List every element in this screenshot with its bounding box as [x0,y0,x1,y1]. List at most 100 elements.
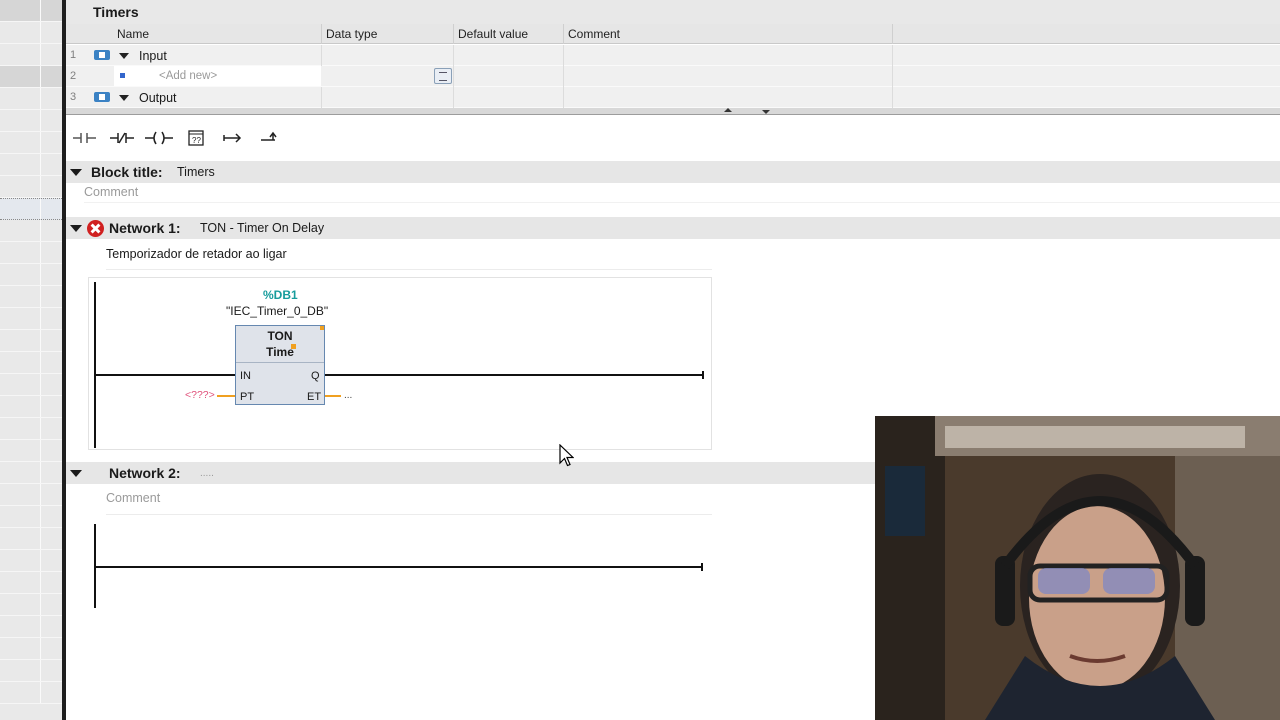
instance-db-number[interactable]: %DB1 [263,288,298,302]
collapse-icon[interactable] [70,470,82,477]
collapse-up-icon[interactable] [724,108,732,112]
pin-q: Q [311,370,320,382]
collapse-icon[interactable] [119,53,129,59]
interface-section-label: Input [139,49,167,63]
tree-row[interactable] [0,638,62,660]
tree-row[interactable] [0,506,62,528]
block-comment[interactable]: Comment [84,185,138,199]
tree-row[interactable] [0,22,62,44]
block-title-bar[interactable]: Block title: Timers [66,161,1280,183]
variable-icon [120,73,125,78]
tree-row[interactable] [0,44,62,66]
data-type-picker-icon[interactable] [434,68,452,84]
network-label: Network 2: [109,465,181,481]
close-branch-icon[interactable] [255,126,285,150]
interface-row-add-new[interactable]: 2 <Add new> [66,66,1280,87]
tree-row[interactable] [0,264,62,286]
network-title[interactable]: ..... [200,468,214,479]
row-number: 3 [70,91,77,103]
tree-row[interactable] [0,242,62,264]
network-2-ladder-area[interactable] [88,520,712,616]
tree-row[interactable] [0,660,62,682]
tree-row[interactable] [0,66,62,88]
normally-closed-contact-icon[interactable] [107,126,137,150]
pt-operand[interactable]: <???> [185,389,215,401]
tree-row[interactable] [0,396,62,418]
tree-row[interactable] [0,418,62,440]
block-title-value[interactable]: Timers [177,165,215,179]
instance-db-name[interactable]: "IEC_Timer_0_DB" [226,304,328,318]
pin-in: IN [240,370,251,382]
webcam-overlay [875,416,1280,720]
open-branch-icon[interactable] [218,126,248,150]
pin-et: ET [307,391,322,403]
interface-table-header: Name Data type Default value Comment [66,24,1280,44]
collapse-icon[interactable] [70,225,82,232]
tree-row[interactable] [0,330,62,352]
column-header-default-value[interactable]: Default value [458,27,528,41]
name-input[interactable] [114,66,321,86]
type-marker [291,344,296,349]
tree-row[interactable] [0,594,62,616]
row-number: 2 [70,70,77,82]
interface-section-label: Output [139,91,177,105]
interface-row-output[interactable]: 3 Output [66,87,1280,108]
mouse-cursor-icon [559,444,574,467]
tree-row[interactable] [0,550,62,572]
tree-row[interactable] [0,352,62,374]
add-new-placeholder[interactable]: <Add new> [159,70,217,82]
interface-row-input[interactable]: 1 Input [66,45,1280,66]
empty-box-icon[interactable]: ?? [181,126,211,150]
network-comment[interactable]: Temporizador de retador ao ligar [106,247,287,261]
tree-row-selected[interactable] [0,198,62,220]
et-operand[interactable]: ... [344,390,352,401]
tree-row[interactable] [0,528,62,550]
divider [106,514,712,515]
network-1-header[interactable]: Network 1: TON - Timer On Delay [66,217,1280,239]
interface-section-icon [94,92,110,102]
collapse-icon[interactable] [119,95,129,101]
tree-row[interactable] [0,616,62,638]
block-title-label: Block title: [91,164,163,180]
collapse-icon[interactable] [70,169,82,176]
network-1-ladder-area[interactable] [88,277,712,450]
tree-row[interactable] [0,0,62,22]
network-title[interactable]: TON - Timer On Delay [200,221,324,235]
expand-down-icon[interactable] [762,110,770,114]
interface-title: Timers [66,0,1280,24]
interface-section-icon [94,50,110,60]
column-header-data-type[interactable]: Data type [326,27,377,41]
divider [106,269,712,270]
interface-splitter-bar[interactable] [66,108,1280,115]
network-2-header[interactable]: Network 2: ..... [66,462,876,484]
block-type[interactable]: Time [236,345,324,359]
tree-row[interactable] [0,220,62,242]
tree-row[interactable] [0,88,62,110]
tree-row[interactable] [0,154,62,176]
tree-row[interactable] [0,374,62,396]
tree-row[interactable] [0,110,62,132]
block-name: TON [267,329,293,343]
output-coil-icon[interactable] [144,126,174,150]
divider [84,202,1280,203]
tree-row[interactable] [0,462,62,484]
pin-pt: PT [240,391,255,403]
tree-row[interactable] [0,132,62,154]
error-icon [87,220,104,237]
column-header-name[interactable]: Name [117,27,149,41]
normally-open-contact-icon[interactable] [70,126,100,150]
tree-row[interactable] [0,176,62,198]
row-number: 1 [70,49,77,61]
tree-row[interactable] [0,572,62,594]
tree-row[interactable] [0,308,62,330]
network-comment[interactable]: Comment [106,491,160,505]
svg-text:??: ?? [192,136,201,145]
tree-row[interactable] [0,286,62,308]
tree-row[interactable] [0,440,62,462]
tree-row[interactable] [0,682,62,704]
column-header-comment[interactable]: Comment [568,27,620,41]
tree-row[interactable] [0,484,62,506]
ton-timer-block[interactable]: TON Time IN PT Q ET [235,325,325,405]
network-label: Network 1: [109,220,181,236]
ladder-toolbar: ?? [66,120,290,156]
